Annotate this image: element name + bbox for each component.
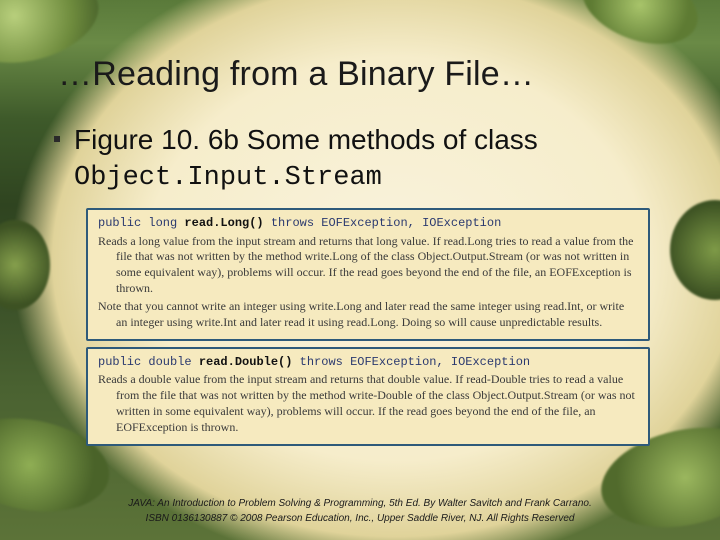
- bullet-lead: Figure 10. 6b Some methods of class: [74, 124, 538, 155]
- slide: …Reading from a Binary File… Figure 10. …: [0, 0, 720, 540]
- method-signature: public long read.Long() throws EOFExcept…: [98, 216, 638, 232]
- footer-line-2: ISBN 0136130887 © 2008 Pearson Education…: [0, 512, 720, 527]
- method-panel: public long read.Long() throws EOFExcept…: [86, 208, 650, 341]
- footer-line-1: JAVA: An Introduction to Problem Solving…: [0, 497, 720, 512]
- sig-post: throws EOFException, IOException: [292, 355, 530, 369]
- panel-inner: public long read.Long() throws EOFExcept…: [88, 210, 648, 339]
- method-signature: public double read.Double() throws EOFEx…: [98, 355, 638, 371]
- slide-title: …Reading from a Binary File…: [58, 55, 670, 94]
- method-description: Reads a double value from the input stre…: [98, 372, 638, 435]
- method-description: Reads a long value from the input stream…: [98, 234, 638, 297]
- bullet-code: Object.Input.Stream: [74, 163, 382, 193]
- content-area: …Reading from a Binary File… Figure 10. …: [0, 0, 720, 540]
- method-panel: public double read.Double() throws EOFEx…: [86, 347, 650, 446]
- sig-pre: public long: [98, 216, 184, 230]
- sig-method: read.Double(): [199, 355, 293, 369]
- sig-post: throws EOFException, IOException: [264, 216, 502, 230]
- method-description: Note that you cannot write an integer us…: [98, 299, 638, 331]
- sig-method: read.Long(): [184, 216, 263, 230]
- sig-pre: public double: [98, 355, 199, 369]
- slide-footer: JAVA: An Introduction to Problem Solving…: [0, 497, 720, 526]
- bullet-item: Figure 10. 6b Some methods of class Obje…: [54, 122, 670, 196]
- bullet-dot-icon: [54, 136, 60, 142]
- bullet-text: Figure 10. 6b Some methods of class Obje…: [74, 122, 670, 196]
- panel-inner: public double read.Double() throws EOFEx…: [88, 349, 648, 444]
